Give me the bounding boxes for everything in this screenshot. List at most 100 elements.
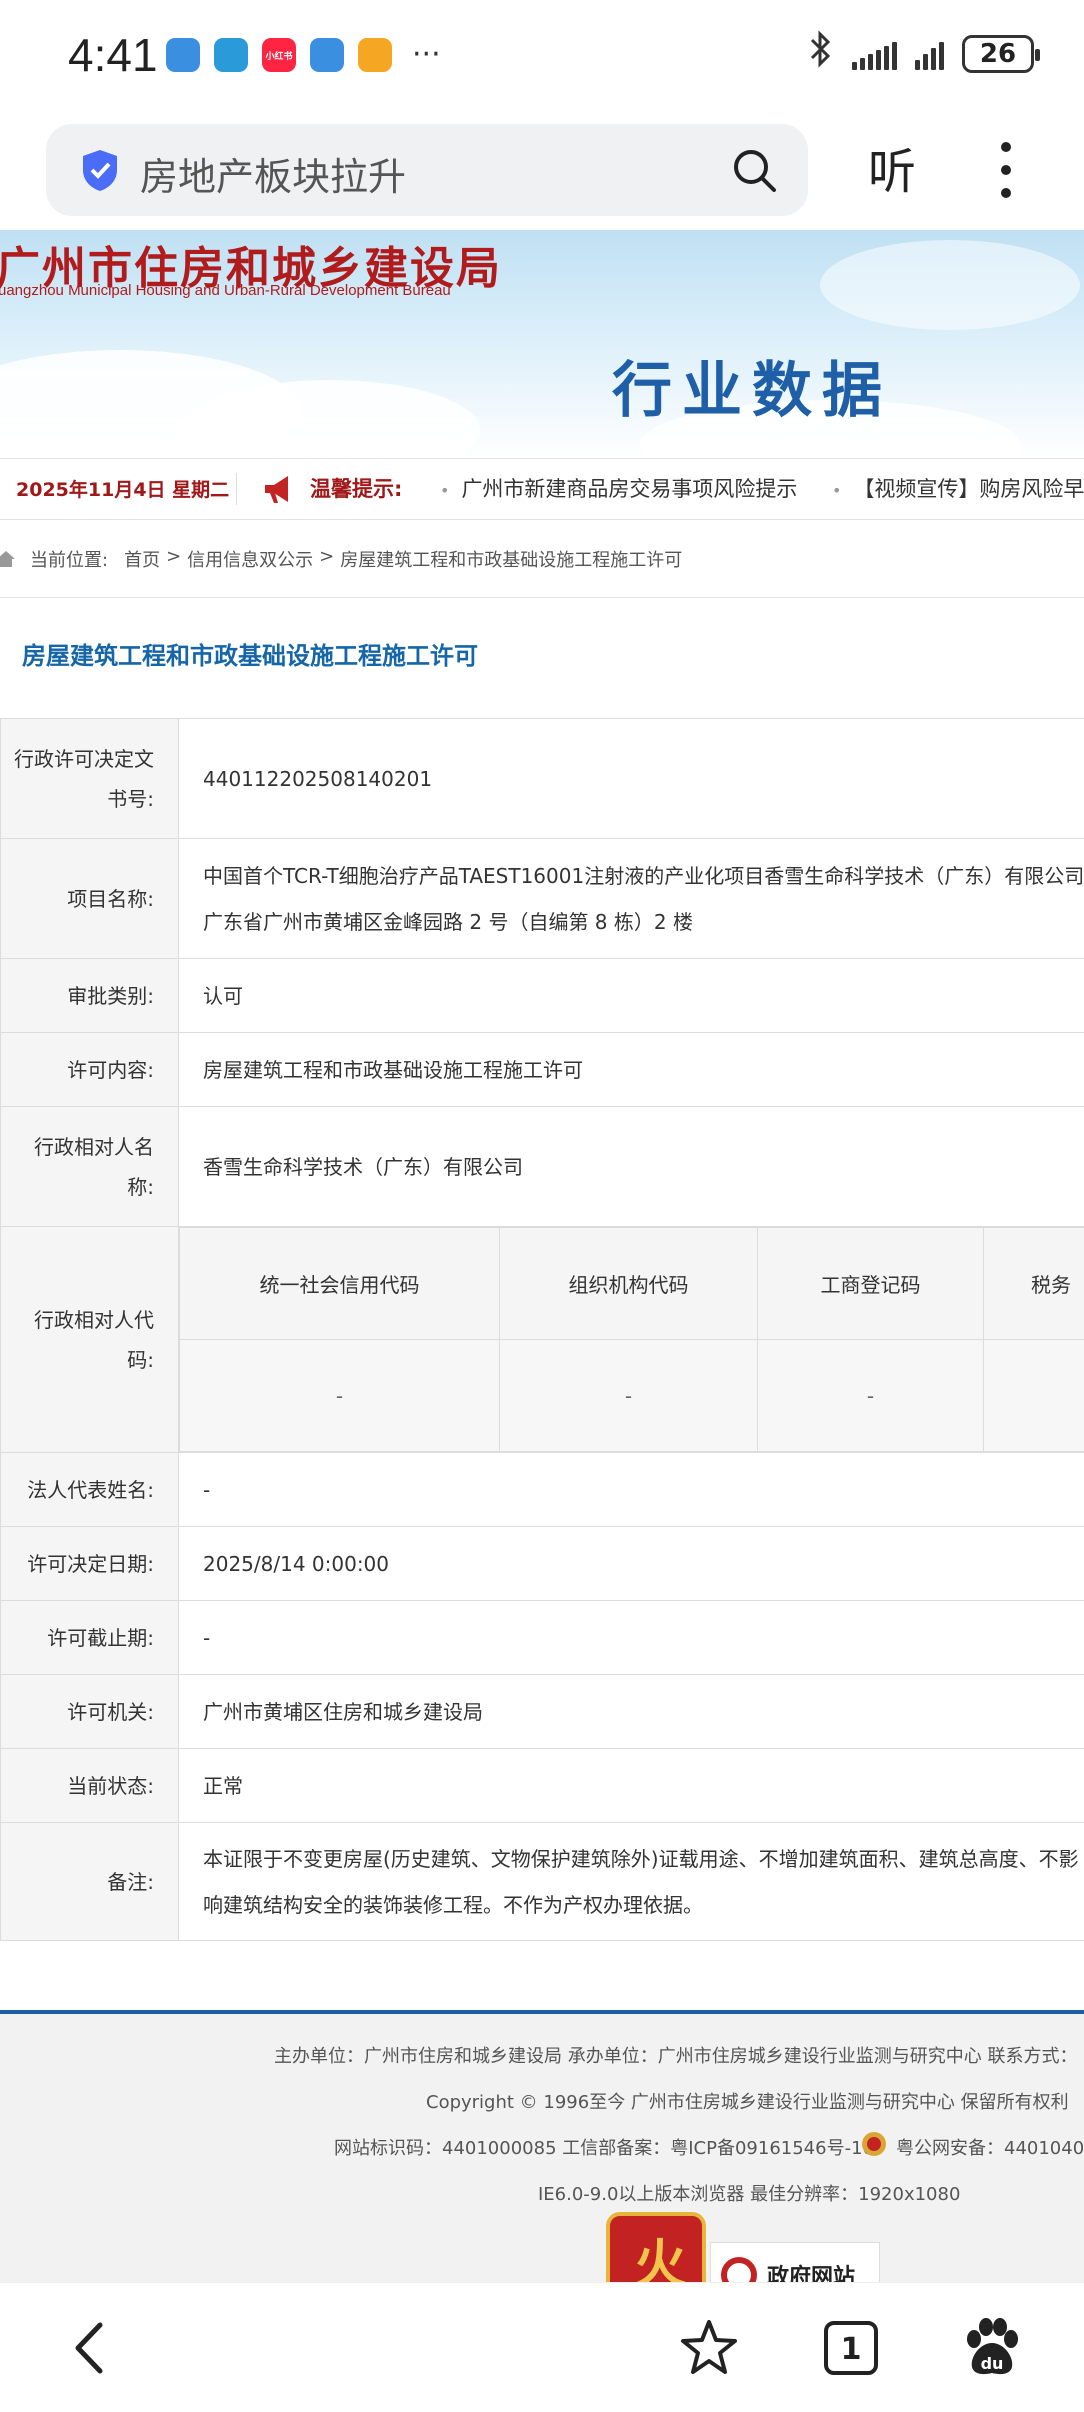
bluetooth-icon <box>808 30 834 77</box>
footer-host-info: 主办单位：广州市住房和城乡建设局 承办单位：广州市住房城乡建设行业监测与研究中心… <box>274 2046 1078 2067</box>
svg-text:du: du <box>981 2354 1004 2373</box>
approval-type-value: 认可 <box>178 958 1084 1033</box>
counterpart-code-subtable: 统一社会信用代码 组织机构代码 工商登记码 税务 - - - <box>179 1227 1084 1452</box>
expiry-label: 许可截止期: <box>0 1600 179 1675</box>
back-icon[interactable] <box>56 2313 126 2383</box>
page-title: 房屋建筑工程和市政基础设施工程施工许可 <box>22 642 478 670</box>
decision-no-label: 行政许可决定文书号: <box>0 718 179 839</box>
content-value: 房屋建筑工程和市政基础设施工程施工许可 <box>178 1032 1084 1107</box>
government-emblem-icon[interactable]: ⽕ <box>606 2212 706 2282</box>
breadcrumb-separator: > <box>319 546 335 567</box>
code-header: 统一社会信用代码 <box>179 1227 500 1340</box>
signal-icon-2 <box>915 38 944 70</box>
browser-toolbar: 房地产板块拉升 听 <box>0 110 1084 230</box>
search-icon[interactable] <box>730 146 778 194</box>
xiaohongshu-icon: 小红书 <box>262 38 296 72</box>
notice-bar: 2025年11月4日 星期二 温馨提示: 广州市新建商品房交易事项风险提示 【视… <box>0 458 1084 520</box>
app-icon-4 <box>310 38 344 72</box>
breadcrumb-separator: > <box>166 546 182 567</box>
current-date: 2025年11月4日 星期二 <box>16 479 230 501</box>
gov-site-logo-icon <box>721 2257 757 2282</box>
notice-item[interactable]: 【视频宣传】购房风险早 <box>832 473 1084 503</box>
gov-site-label: 政府网站 <box>767 2265 856 2282</box>
app-icon-2 <box>214 38 248 72</box>
breadcrumb-home[interactable]: 首页 <box>124 546 160 572</box>
legal-rep-value: - <box>178 1452 1084 1527</box>
decision-date-label: 许可决定日期: <box>0 1526 179 1601</box>
site-footer: 主办单位：广州市住房和城乡建设局 承办单位：广州市住房城乡建设行业监测与研究中心… <box>0 2010 1084 2282</box>
status-indicators: 26 <box>808 30 1040 77</box>
browser-bottom-nav: 1 du <box>0 2282 1084 2412</box>
project-name-value: 中国首个TCR-T细胞治疗产品TAEST16001注射液的产业化项目香雪生命科学… <box>178 838 1084 959</box>
tabs-icon[interactable]: 1 <box>816 2313 886 2383</box>
code-header: 工商登记码 <box>757 1227 984 1340</box>
table-row: 许可截止期: - <box>0 1600 1084 1675</box>
breadcrumb-credit-info[interactable]: 信用信息双公示 <box>187 546 313 572</box>
code-header: 组织机构代码 <box>499 1227 758 1340</box>
svg-text:1: 1 <box>841 2332 862 2367</box>
battery-icon: 26 <box>962 34 1040 73</box>
notice-label: 温馨提示: <box>310 477 403 501</box>
approval-type-label: 审批类别: <box>0 958 179 1033</box>
table-row: 法人代表姓名: - <box>0 1452 1084 1527</box>
code-value: - <box>757 1339 984 1452</box>
code-value: - <box>499 1339 758 1452</box>
expiry-value: - <box>178 1600 1084 1675</box>
megaphone-icon <box>265 476 288 503</box>
status-app-icons: 小红书 ··· <box>166 38 441 72</box>
status-bar: 4:41 小红书 ··· 26 <box>0 0 1084 110</box>
notice-item[interactable]: 广州市新建商品房交易事项风险提示 <box>440 473 797 503</box>
table-row: 审批类别: 认可 <box>0 958 1084 1033</box>
baidu-paw-icon[interactable]: du <box>956 2313 1026 2383</box>
breadcrumb-current[interactable]: 房屋建筑工程和市政基础设施工程施工许可 <box>340 546 682 572</box>
table-row: 许可内容: 房屋建筑工程和市政基础设施工程施工许可 <box>0 1032 1084 1107</box>
footer-browser-note: IE6.0-9.0以上版本浏览器 最佳分辨率：1920x1080 <box>538 2184 961 2205</box>
decision-date-value: 2025/8/14 0:00:00 <box>178 1526 1084 1601</box>
section-title: 行业数据 <box>612 356 892 426</box>
permit-details-table: 行政许可决定文书号: 440112202508140201 项目名称: 中国首个… <box>0 718 1084 1941</box>
table-row: 许可决定日期: 2025/8/14 0:00:00 <box>0 1526 1084 1601</box>
legal-rep-label: 法人代表姓名: <box>0 1452 179 1527</box>
site-banner: 广州市住房和城乡建设局 uangzhou Municipal Housing a… <box>0 230 1084 458</box>
project-name-label: 项目名称: <box>0 838 179 959</box>
counterpart-code-cell: 统一社会信用代码 组织机构代码 工商登记码 税务 - - - <box>178 1226 1084 1453</box>
table-row: 行政相对人代码: 统一社会信用代码 组织机构代码 工商登记码 税务 - - - <box>0 1226 1084 1453</box>
site-name-english: uangzhou Municipal Housing and Urban-Rur… <box>0 282 451 299</box>
status-value: 正常 <box>178 1748 1084 1823</box>
table-row: 许可机关: 广州市黄埔区住房和城乡建设局 <box>0 1674 1084 1749</box>
shield-icon <box>83 150 117 191</box>
more-menu-icon[interactable] <box>996 142 1016 198</box>
more-notifications-icon: ··· <box>412 37 441 72</box>
search-query-text: 房地产板块拉升 <box>140 155 407 199</box>
table-row: 当前状态: 正常 <box>0 1748 1084 1823</box>
signal-icon <box>852 38 897 70</box>
divider <box>236 473 237 505</box>
footer-icp[interactable]: 网站标识码：4401000085 工信部备案：粤ICP备09161546号-10 <box>334 2134 874 2160</box>
footer-copyright: Copyright © 1996至今 广州市住房城乡建设行业监测与研究中心 保留… <box>426 2092 1069 2113</box>
authority-label: 许可机关: <box>0 1674 179 1749</box>
counterpart-name-value: 香雪生命科学技术（广东）有限公司 <box>178 1106 1084 1227</box>
breadcrumb: 当前位置: 首页 > 信用信息双公示 > 房屋建筑工程和市政基础设施工程施工许可 <box>0 520 1084 598</box>
breadcrumb-prefix: 当前位置: <box>30 550 109 571</box>
table-row: 项目名称: 中国首个TCR-T细胞治疗产品TAEST16001注射液的产业化项目… <box>0 838 1084 959</box>
app-icon-1 <box>166 38 200 72</box>
listen-button[interactable]: 听 <box>868 132 916 202</box>
code-value: - <box>179 1339 500 1452</box>
code-value <box>983 1339 1084 1452</box>
home-icon <box>0 551 15 567</box>
remark-label: 备注: <box>0 1822 179 1941</box>
police-badge-icon <box>862 2132 886 2156</box>
address-search-box[interactable]: 房地产板块拉升 <box>46 124 808 216</box>
table-row: 备注: 本证限于不变更房屋(历史建筑、文物保护建筑除外)证载用途、不增加建筑面积… <box>0 1822 1084 1941</box>
code-header: 税务 <box>983 1227 1084 1340</box>
authority-value: 广州市黄埔区住房和城乡建设局 <box>178 1674 1084 1749</box>
table-row: 行政许可决定文书号: 440112202508140201 <box>0 718 1084 839</box>
counterpart-code-label: 行政相对人代码: <box>0 1226 179 1453</box>
status-label: 当前状态: <box>0 1748 179 1823</box>
footer-public-security[interactable]: 粤公网安备：44010402 <box>896 2134 1084 2160</box>
gov-site-badge[interactable]: 政府网站 <box>710 2242 880 2282</box>
app-icon-5 <box>358 38 392 72</box>
counterpart-name-label: 行政相对人名称: <box>0 1106 179 1227</box>
remark-value: 本证限于不变更房屋(历史建筑、文物保护建筑除外)证载用途、不增加建筑面积、建筑总… <box>178 1822 1084 1941</box>
bookmark-star-icon[interactable] <box>674 2313 744 2383</box>
